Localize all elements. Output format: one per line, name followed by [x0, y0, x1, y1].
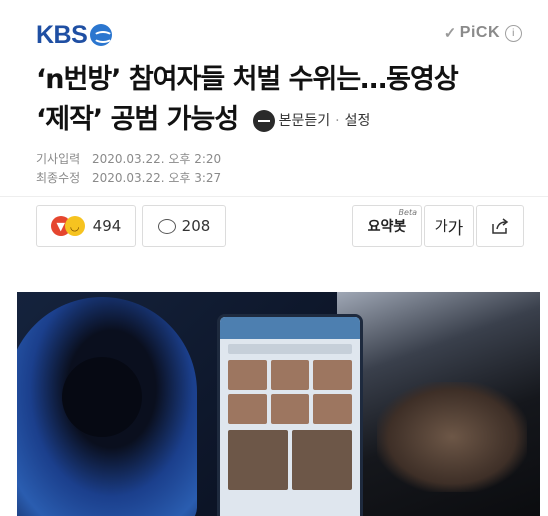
laugh-emoji-icon: ◡ — [64, 216, 85, 236]
font-size-button[interactable]: 가 가 — [424, 205, 474, 247]
font-big-label: 가 — [447, 218, 464, 239]
comment-bubble-icon — [157, 218, 176, 234]
shadowed-face — [62, 357, 142, 437]
audio-icon[interactable] — [252, 109, 275, 132]
header: KBS ✓ PiCK i — [0, 0, 548, 60]
thumbnail-grid — [228, 360, 352, 424]
divider — [0, 196, 548, 197]
title-line-1: ‘n번방’ 참여자들 처벌 수위는…동영상 — [36, 64, 459, 95]
share-button[interactable] — [476, 205, 524, 247]
blurred-thumbnail — [292, 430, 352, 490]
beta-badge: Beta — [398, 208, 417, 217]
summary-bot-button[interactable]: 요약봇 Beta — [352, 205, 422, 247]
published-label: 기사입력 — [36, 152, 81, 166]
phone-row — [228, 344, 352, 354]
modified-row: 최종수정 2020.03.22. 오후 3:27 — [36, 169, 221, 188]
listen-button[interactable]: 본문듣기 — [279, 101, 331, 141]
blurred-thumbnail — [270, 360, 310, 390]
kbs-logo-icon — [90, 24, 113, 46]
article-photo[interactable] — [17, 292, 540, 516]
phone-header-bar — [220, 317, 360, 339]
separator: · — [335, 112, 340, 129]
modified-label: 최종수정 — [36, 171, 81, 185]
title-line-2-text: ‘제작’ 공범 가능성 — [36, 104, 239, 135]
thumbnail-grid-large — [228, 430, 352, 490]
blurred-thumbnail — [228, 394, 267, 424]
hooded-figure — [17, 297, 197, 516]
reaction-emojis: ▼ ◡ — [50, 216, 85, 236]
listen-control: 본문듣기 · 설정 — [252, 101, 371, 141]
brand-text: KBS — [36, 21, 88, 49]
blurred-thumbnail — [313, 360, 352, 390]
modified-date: 2020.03.22. 오후 3:27 — [92, 171, 222, 185]
info-icon[interactable]: i — [505, 24, 522, 42]
font-small-label: 가 — [434, 219, 448, 235]
pick-badge[interactable]: ✓ PiCK i — [444, 24, 522, 42]
share-icon — [492, 218, 509, 234]
blurred-thumbnail — [228, 360, 267, 390]
published-date: 2020.03.22. 오후 2:20 — [92, 152, 222, 166]
blurred-thumbnail — [270, 394, 310, 424]
published-row: 기사입력 2020.03.22. 오후 2:20 — [36, 150, 221, 169]
reaction-button[interactable]: ▼ ◡ 494 — [36, 205, 136, 247]
check-icon: ✓ — [443, 25, 457, 42]
comment-button[interactable]: 208 — [142, 205, 226, 247]
phone-screenshot — [217, 314, 363, 516]
settings-link[interactable]: 설정 — [345, 101, 371, 141]
comment-count: 208 — [181, 217, 211, 235]
title-line-2: ‘제작’ 공범 가능성 본문듣기 · 설정 — [36, 100, 526, 141]
article-title: ‘n번방’ 참여자들 처벌 수위는…동영상 ‘제작’ 공범 가능성 본문듣기 ·… — [36, 60, 526, 141]
typing-hands — [377, 382, 527, 492]
article-meta: 기사입력 2020.03.22. 오후 2:20 최종수정 2020.03.22… — [36, 150, 221, 188]
reaction-count: 494 — [92, 217, 122, 235]
blurred-thumbnail — [313, 394, 352, 424]
kbs-logo[interactable]: KBS — [36, 21, 113, 49]
blurred-thumbnail — [228, 430, 288, 490]
pick-label: PiCK — [459, 24, 500, 41]
summary-label: 요약봇 — [367, 219, 407, 235]
